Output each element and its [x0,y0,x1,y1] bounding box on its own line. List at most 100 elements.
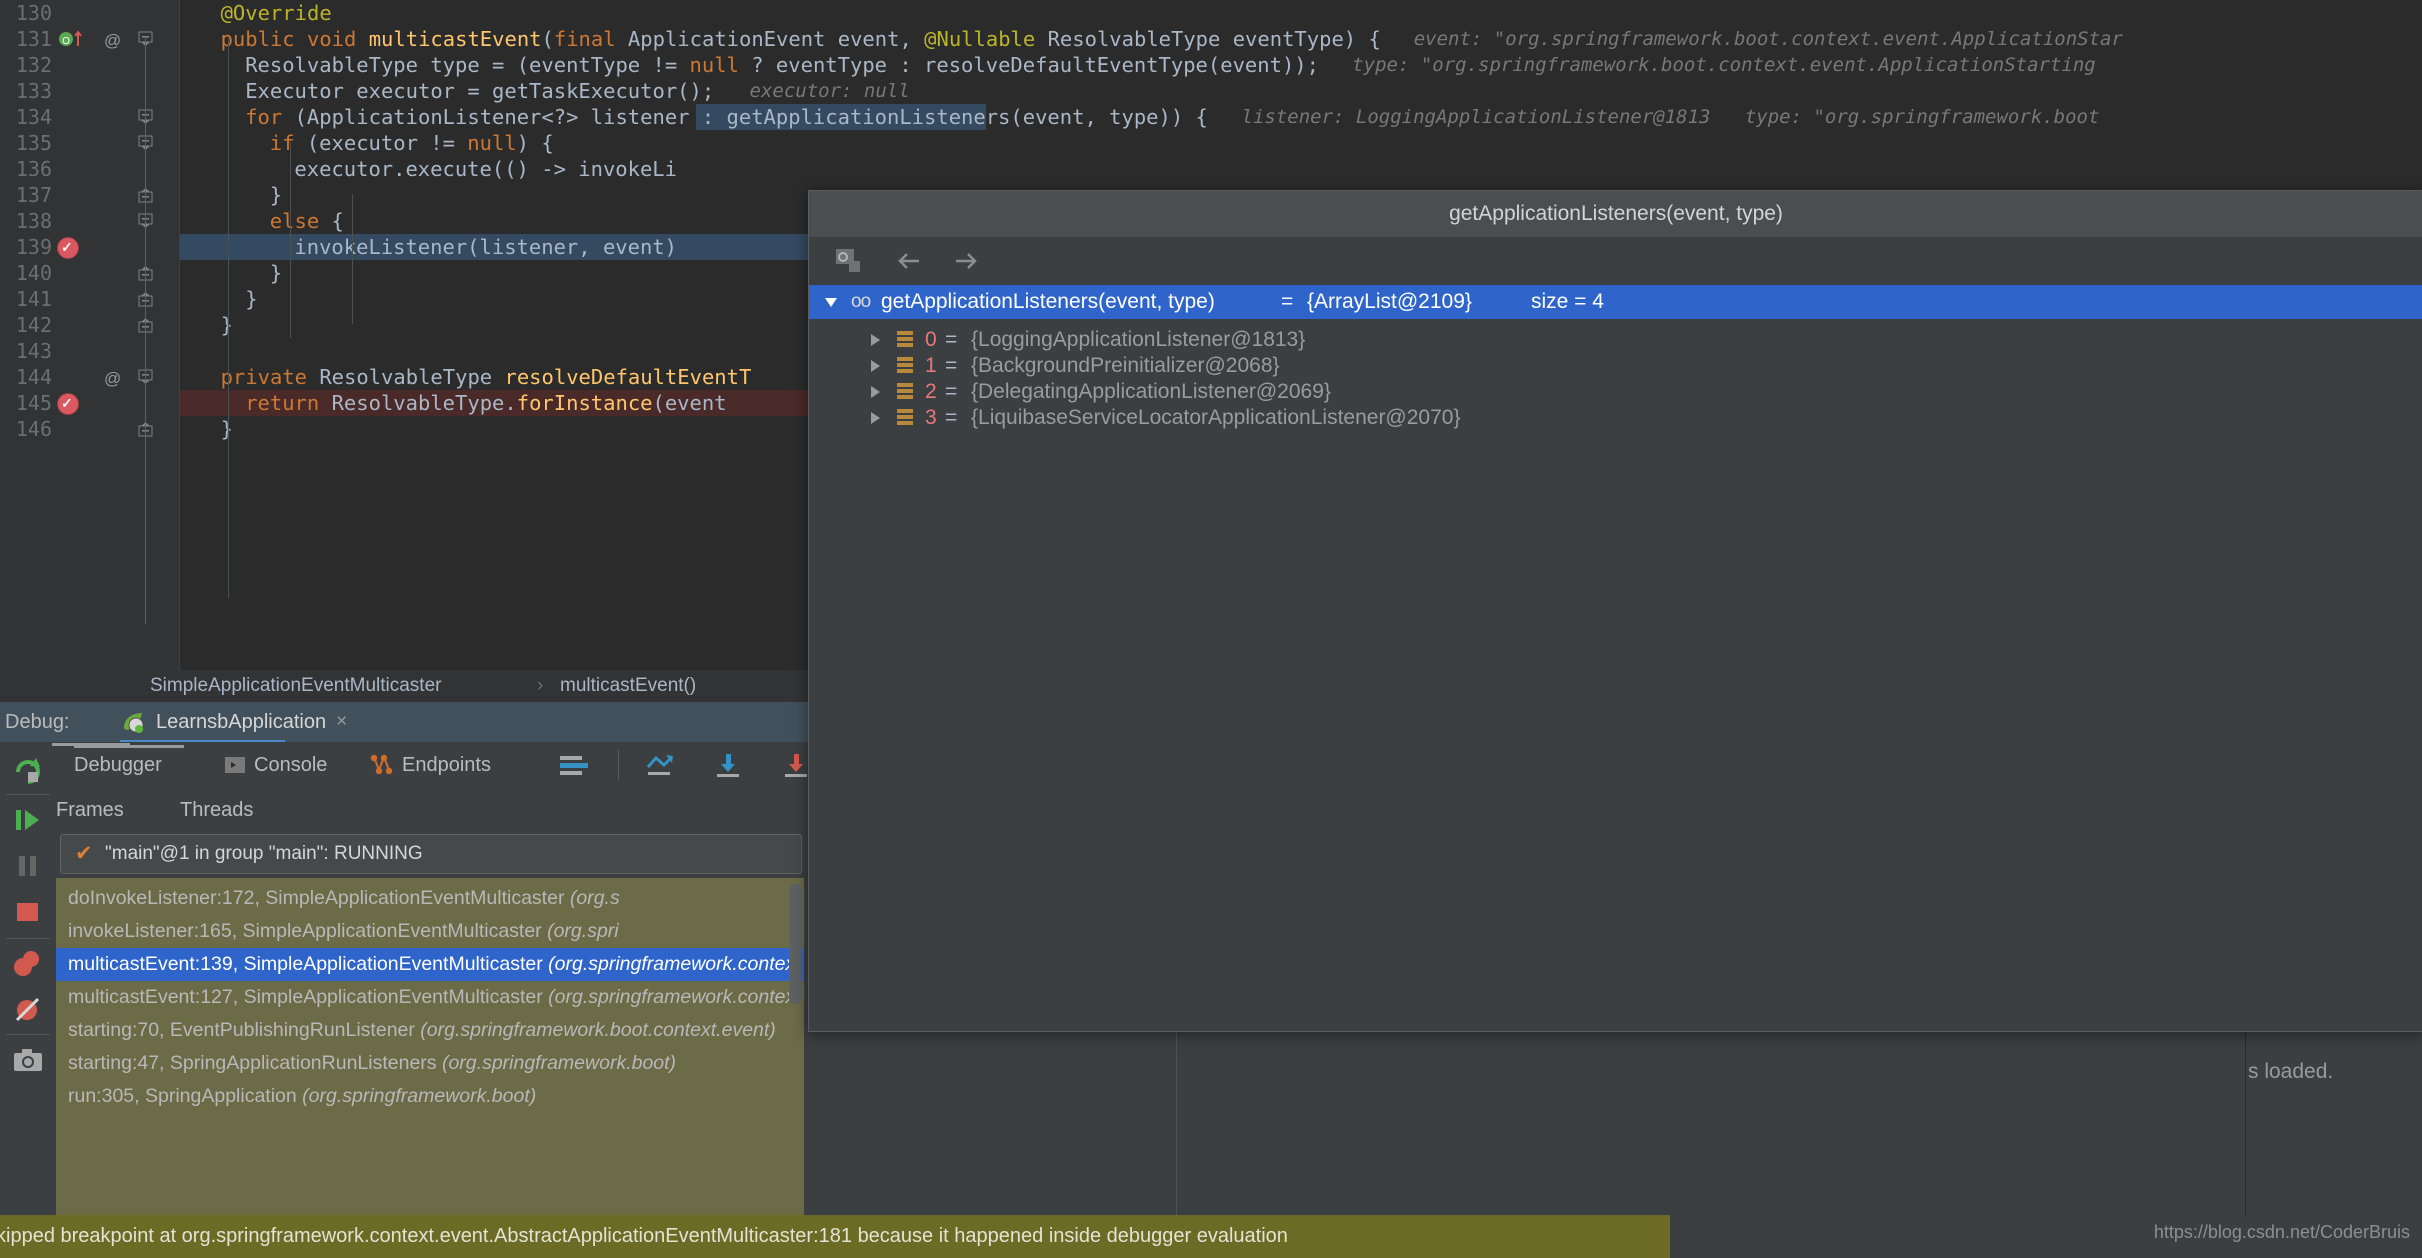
code-text: } [221,416,233,442]
code-text: @Override [221,0,332,26]
run-config-name[interactable]: LearnsbApplication [156,711,326,734]
close-icon[interactable]: × [336,711,347,733]
code-token: @Nullable [924,27,1036,51]
console-icon [225,757,245,773]
frame-label: run:305, SpringApplication [68,1085,303,1107]
breadcrumb-separator: › [537,675,544,696]
code-text: public void multicastEvent(final Applica… [221,26,1381,52]
debug-actions-toolbar[interactable] [0,742,56,1258]
stack-frame-row[interactable]: multicastEvent:139, SimpleApplicationEve… [56,948,804,981]
frame-package: (org.springframework.boot.context.event) [420,1019,776,1041]
tab-debugger[interactable]: Debugger [74,742,162,788]
stack-frame-row[interactable]: starting:47, SpringApplicationRunListene… [56,1047,804,1080]
code-line[interactable]: 134 for (ApplicationListener<?> listener … [0,104,2422,130]
code-token: public [220,27,307,51]
stop-button[interactable] [8,892,48,932]
frame-package: (org.springframework.boot) [302,1085,537,1107]
debug-label: Debug: [5,711,70,733]
stack-frame-row[interactable]: invokeListener:165, SimpleApplicationEve… [56,915,804,948]
expand-triangle-icon[interactable] [871,412,880,424]
tab-threads[interactable]: Threads [180,788,253,832]
thread-status-label: "main"@1 in group "main": RUNNING [105,843,423,864]
breadcrumb-method[interactable]: multicastEvent() [560,670,696,702]
indent-guide [290,142,291,338]
code-line[interactable]: 131 O @ public void multicastEvent(final Ap… [0,26,2422,52]
code-token: (ApplicationListener<?> listener : getAp… [294,105,1208,129]
code-line[interactable]: 136 executor.execute(() -> invokeLi [0,156,2422,182]
back-arrow-icon[interactable] [893,245,927,277]
stack-frame-row[interactable]: multicastEvent:127, SimpleApplicationEve… [56,981,804,1014]
line-number: 137 [15,183,52,207]
breakpoint-icon[interactable] [57,234,79,260]
tab-console[interactable]: Console [224,742,327,788]
frame-label: invokeListener:165, SimpleApplicationEve… [68,920,548,942]
step-over-button[interactable] [644,742,678,788]
popup-tree-child-row[interactable]: 3 = {LiquibaseServiceLocatorApplicationL… [809,401,2422,435]
tab-frames[interactable]: Frames [56,788,124,832]
call-stack-frames-list[interactable]: doInvokeListener:172, SimpleApplicationE… [56,878,804,1222]
tab-endpoints[interactable]: Endpoints [370,742,491,788]
code-line[interactable]: 132 ResolvableType type = (eventType != n… [0,52,2422,78]
code-line[interactable]: 130 @Override [0,0,2422,26]
inline-debug-hint: type: "org.springframework.boot.context.… [1352,54,2096,76]
popup-tree-root-row[interactable]: oo getApplicationListeners(event, type) =… [809,285,2422,319]
line-number: 146 [15,417,52,441]
code-token: (event [652,391,727,415]
annotation-gutter-icon[interactable]: @ [104,28,121,54]
run-config-tab[interactable]: LearnsbApplication × [120,702,347,742]
thread-running-icon: ✔ [75,842,93,865]
toolbar-divider-3 [6,1034,50,1035]
expand-triangle-icon[interactable] [871,360,880,372]
stack-frame-row[interactable]: run:305, SpringApplication (org.springfr… [56,1080,804,1113]
breadcrumb-class[interactable]: SimpleApplicationEventMulticaster [150,670,441,702]
frames-scrollbar[interactable] [789,884,802,1004]
frames-tab-underline [52,743,130,746]
copy-value-icon[interactable] [833,245,867,277]
view-breakpoints-button[interactable] [8,944,48,984]
collapse-triangle-icon[interactable] [825,298,837,307]
code-line[interactable]: 133 Executor executor = getTaskExecutor()… [0,78,2422,104]
code-token: resolveDefaultEventT [504,365,752,389]
code-token: multicastEvent [368,27,542,51]
code-token: } [269,183,283,207]
code-text: } [270,182,282,208]
popup-root-equals: = [1281,290,1294,313]
code-token: for [245,105,295,129]
notification-bar[interactable]: kipped breakpoint at org.springframework… [0,1215,1670,1258]
evaluate-expression-popup[interactable]: getApplicationListeners(event, type) oo … [808,190,2422,1032]
child-equals: = [945,406,958,429]
rerun-button[interactable] [8,750,48,790]
step-into-button[interactable] [712,742,746,788]
popup-toolbar[interactable] [809,237,2422,286]
settings-lines-icon[interactable] [558,742,590,788]
spring-leaf-icon [124,713,144,733]
expand-triangle-icon[interactable] [871,334,880,346]
annotation-gutter-icon[interactable]: @ [104,366,121,392]
line-number: 130 [15,1,52,25]
line-number: 141 [15,287,52,311]
screenshot-camera-icon[interactable] [8,1040,48,1080]
resume-button[interactable] [8,800,48,840]
line-number: 139 [15,235,52,259]
popup-value-tree[interactable]: oo getApplicationListeners(event, type) =… [809,285,2422,1029]
stack-frame-row[interactable]: doInvokeListener:172, SimpleApplicationE… [56,882,804,915]
console-divider [2245,1030,2246,1216]
frame-package: (org.springframework.boot) [441,1052,677,1074]
breakpoint-icon[interactable] [57,390,79,416]
forward-arrow-icon[interactable] [949,245,983,277]
thread-selector[interactable]: ✔ "main"@1 in group "main": RUNNING [60,834,802,874]
code-text: return ResolvableType.forInstance(event [245,390,726,416]
array-element-icon [897,383,913,400]
frames-threads-tabs[interactable]: Frames Threads [56,788,816,832]
code-line[interactable]: 135 if (executor != null) { [0,130,2422,156]
code-token: return [245,391,332,415]
frame-package: (org.spri [547,920,619,942]
line-number: 134 [15,105,52,129]
endpoints-icon [370,754,393,775]
expand-triangle-icon[interactable] [871,386,880,398]
pause-button[interactable] [8,846,48,886]
stack-frame-row[interactable]: starting:70, EventPublishingRunListener … [56,1014,804,1047]
fold-rail [145,38,146,624]
mute-breakpoints-button[interactable] [8,990,48,1030]
line-number: 132 [15,53,52,77]
